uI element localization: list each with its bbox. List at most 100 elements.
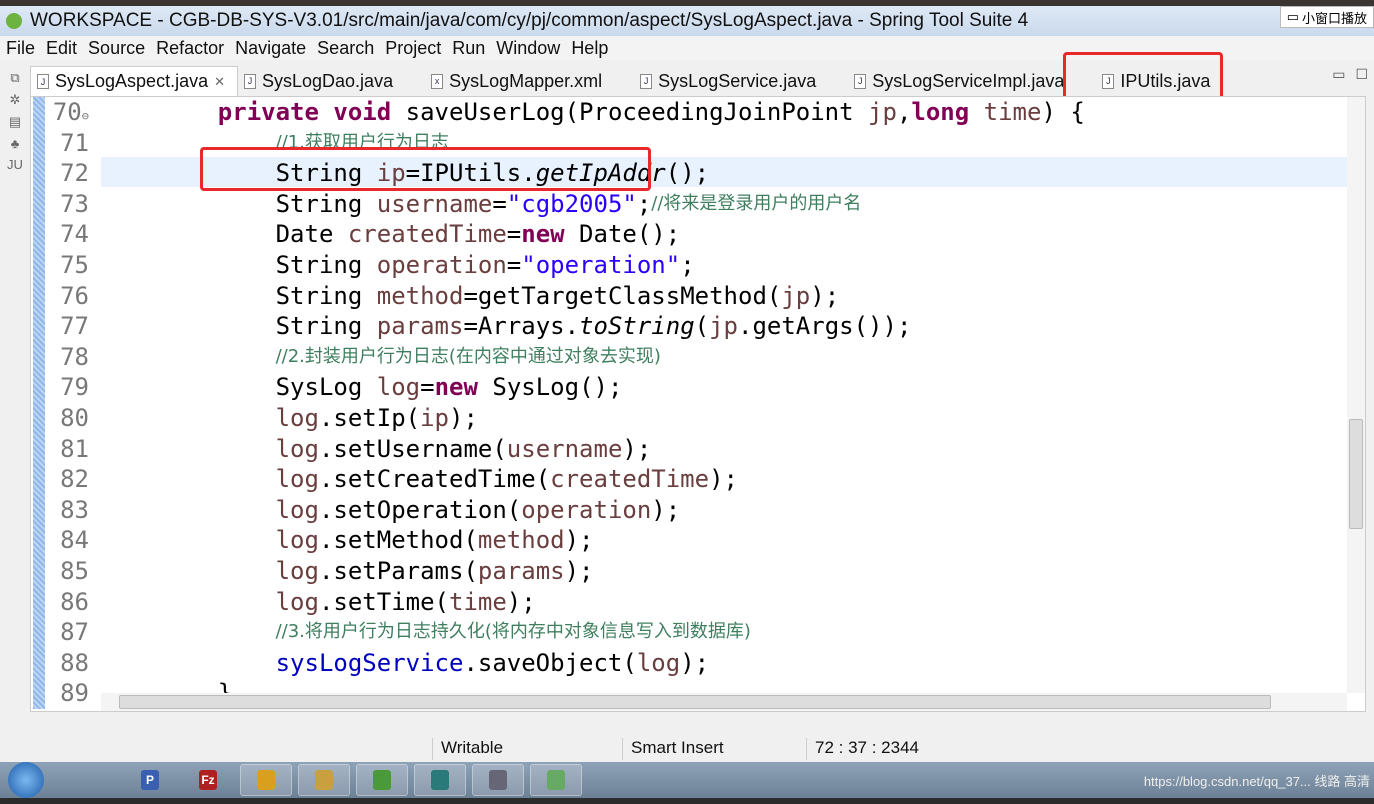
code-token: void bbox=[333, 98, 392, 126]
code-token: ); bbox=[506, 587, 536, 616]
line-number: 81 bbox=[60, 434, 89, 463]
code-line: 78 //2.封装用户行为日志(在内容中通过对象去实现) bbox=[31, 342, 1085, 373]
minimize-icon[interactable]: ▭ bbox=[1332, 66, 1345, 83]
code-token: =getTargetClassMethod( bbox=[463, 281, 782, 310]
line-number: 77 bbox=[60, 312, 89, 341]
code-token: String bbox=[160, 189, 377, 218]
code-line: 83 log .setOperation(operation); bbox=[31, 495, 1085, 526]
java-file-icon: J bbox=[640, 73, 653, 89]
menu-search[interactable]: Search bbox=[311, 38, 379, 59]
fz-icon: Fz bbox=[199, 770, 217, 790]
line-number: 78 bbox=[60, 342, 89, 371]
code-token: String bbox=[160, 250, 377, 279]
line-number: 74 bbox=[60, 220, 89, 249]
code-token: createdTime bbox=[347, 220, 507, 249]
code-line: 86 log .setTime(time); bbox=[31, 587, 1085, 618]
menu-file[interactable]: File bbox=[0, 38, 40, 59]
code-token: username bbox=[506, 434, 623, 463]
line-number: 70⊖ bbox=[52, 98, 89, 126]
taskbar-app-p[interactable]: P bbox=[124, 764, 176, 796]
code-token: .setUsername( bbox=[318, 434, 507, 463]
close-tab-icon[interactable]: ✕ bbox=[214, 74, 225, 90]
junit-icon[interactable]: JU bbox=[7, 157, 23, 172]
code-highlight-box bbox=[200, 147, 651, 191]
code-token: ); bbox=[449, 403, 478, 432]
debug-icon[interactable]: ✲ bbox=[10, 92, 21, 108]
code-token: new bbox=[434, 373, 478, 402]
code-token: ); bbox=[564, 556, 594, 585]
editor-icon bbox=[431, 770, 449, 790]
menu-refactor[interactable]: Refactor bbox=[150, 38, 229, 59]
package-explorer-icon[interactable]: ▤ bbox=[9, 114, 21, 130]
menu-project[interactable]: Project bbox=[379, 38, 446, 59]
menu-navigate[interactable]: Navigate bbox=[229, 38, 311, 59]
tab-syslogaspect-java[interactable]: J SysLogAspect.java ✕ bbox=[30, 66, 238, 96]
line-number: 72 bbox=[60, 159, 89, 188]
code-line: 88 sysLogService .saveObject(log); bbox=[31, 648, 1085, 679]
code-token: ); bbox=[622, 434, 652, 463]
tab-syslogmapper-xml[interactable]: x SysLogMapper.xml bbox=[425, 66, 614, 96]
start-button[interactable] bbox=[8, 762, 44, 798]
maximize-icon[interactable]: ☐ bbox=[1355, 66, 1368, 83]
tab-label: SysLogDao.java bbox=[262, 70, 394, 91]
taskbar-app-files[interactable] bbox=[298, 764, 350, 796]
code-token: log bbox=[275, 587, 319, 616]
fold-icon[interactable]: ⊖ bbox=[82, 109, 89, 123]
taskbar-app-fz[interactable]: Fz bbox=[182, 764, 234, 796]
code-token: log bbox=[275, 403, 319, 432]
code-token: ); bbox=[709, 465, 738, 494]
horizontal-scrollbar[interactable] bbox=[101, 693, 1347, 711]
taskbar-app-chrome[interactable] bbox=[240, 764, 292, 796]
horizontal-scroll-thumb[interactable] bbox=[119, 695, 1271, 709]
taskbar-app-spring[interactable] bbox=[356, 764, 408, 796]
code-token: String bbox=[160, 281, 377, 310]
code-token: log bbox=[275, 495, 319, 524]
tab-syslogserviceimpl-java[interactable]: J SysLogServiceImpl.java bbox=[848, 66, 1076, 96]
hierarchy-icon[interactable]: ♣ bbox=[11, 136, 20, 151]
tab-syslogdao-java[interactable]: J SysLogDao.java bbox=[238, 66, 405, 96]
code-line: 74 Date createdTime = new Date(); bbox=[31, 219, 1085, 250]
code-token: ; bbox=[636, 189, 652, 218]
taskbar-app-editor[interactable] bbox=[414, 764, 466, 796]
menu-help[interactable]: Help bbox=[565, 38, 613, 59]
code-token: Date bbox=[160, 220, 348, 249]
menu-edit[interactable]: Edit bbox=[40, 38, 82, 59]
code-token: log bbox=[275, 465, 319, 494]
menu-run[interactable]: Run bbox=[446, 38, 490, 59]
code-token: .setMethod( bbox=[318, 526, 478, 555]
code-token: jp bbox=[709, 312, 738, 341]
code-token: SysLog bbox=[160, 373, 377, 402]
code-token: = bbox=[506, 220, 522, 249]
line-number: 89 bbox=[60, 679, 89, 708]
code-line: 73 String username = "cgb2005";//将来是登录用户的用… bbox=[31, 189, 1085, 220]
code-token: ip bbox=[420, 403, 450, 432]
code-token: .setIp( bbox=[318, 403, 421, 432]
restore-icon[interactable]: ⧉ bbox=[10, 70, 19, 86]
menu-source[interactable]: Source bbox=[82, 38, 150, 59]
code-token: ( bbox=[694, 312, 710, 341]
wechat-icon bbox=[547, 770, 565, 790]
tab-syslogservice-java[interactable]: J SysLogService.java bbox=[634, 66, 828, 96]
line-number: 83 bbox=[60, 495, 89, 524]
taskbar-app-wechat[interactable] bbox=[530, 764, 582, 796]
chrome-icon bbox=[257, 770, 275, 790]
code-line: 75 String operation = "operation"; bbox=[31, 250, 1085, 281]
status-writable: Writable bbox=[432, 738, 503, 760]
vertical-scroll-thumb[interactable] bbox=[1349, 419, 1363, 529]
menu-window[interactable]: Window bbox=[490, 38, 565, 59]
taskbar-app-net[interactable] bbox=[472, 764, 524, 796]
line-number: 71 bbox=[60, 128, 89, 157]
status-cursor-position: 72 : 37 : 2344 bbox=[806, 738, 919, 760]
vertical-scrollbar[interactable] bbox=[1347, 97, 1365, 693]
code-token: log bbox=[636, 648, 681, 677]
java-file-icon: J bbox=[244, 73, 256, 89]
pip-button[interactable]: ▭ 小窗口播放 bbox=[1279, 6, 1374, 28]
code-token: SysLog(); bbox=[477, 373, 623, 402]
code-token: = bbox=[420, 373, 435, 402]
code-token: .setTime( bbox=[318, 587, 449, 616]
